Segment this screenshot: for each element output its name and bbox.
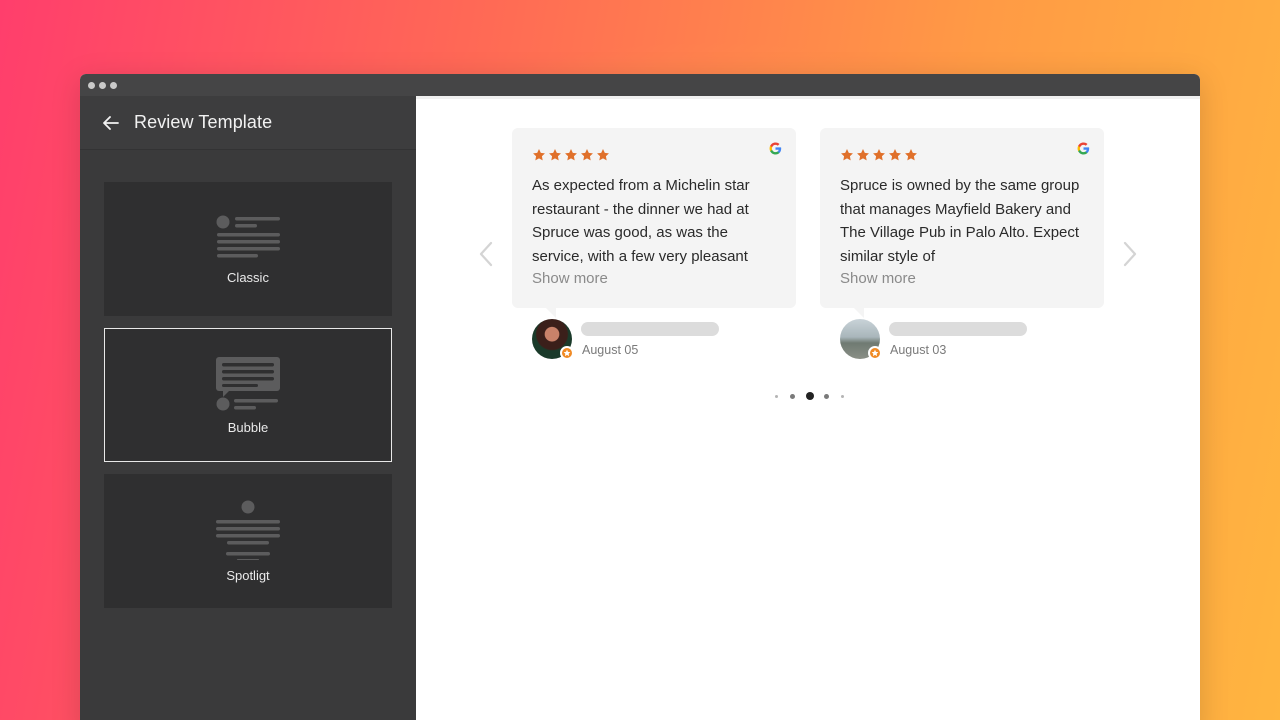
- back-arrow-icon[interactable]: [102, 114, 120, 132]
- carousel-next-button[interactable]: [1120, 239, 1140, 269]
- review-author: August 05: [532, 319, 796, 360]
- pagination-dot[interactable]: [824, 393, 829, 399]
- avatar: [840, 319, 882, 360]
- star-rating: [840, 148, 1084, 162]
- star-icon: [857, 149, 869, 161]
- avatar: [532, 319, 574, 360]
- window-titlebar: [80, 74, 1200, 96]
- star-icon: [533, 149, 545, 161]
- star-icon: [889, 149, 901, 161]
- star-icon: [873, 149, 885, 161]
- pagination-dot[interactable]: [790, 393, 795, 399]
- carousel-prev-button[interactable]: [476, 239, 496, 269]
- window-dot-icon[interactable]: [99, 81, 106, 89]
- local-guide-star-icon: [560, 346, 574, 360]
- review-text: As expected from a Michelin star restaur…: [532, 177, 750, 265]
- template-label: Spotligt: [226, 567, 270, 583]
- template-option-classic[interactable]: Classic: [104, 182, 392, 316]
- show-more-link[interactable]: Show more: [840, 270, 1084, 287]
- preview-area: As expected from a Michelin star restaur…: [416, 96, 1200, 720]
- classic-layout-icon: [216, 215, 280, 257]
- star-icon: [905, 149, 917, 161]
- pagination-dot[interactable]: [775, 394, 778, 398]
- chevron-right-icon: [1123, 241, 1137, 267]
- chevron-left-icon: [479, 241, 493, 267]
- page-title: Review Template: [134, 112, 273, 132]
- pagination-dot[interactable]: [841, 394, 844, 398]
- window-dot-icon[interactable]: [88, 81, 95, 89]
- window-dot-icon[interactable]: [110, 81, 117, 89]
- star-icon: [565, 149, 577, 161]
- pagination-dot-active[interactable]: [806, 392, 814, 400]
- review-card: As expected from a Michelin star restaur…: [512, 128, 796, 360]
- star-rating: [532, 148, 776, 162]
- template-option-spotlight[interactable]: Spotligt: [104, 474, 392, 608]
- carousel-pagination: [775, 392, 844, 400]
- review-date: August 03: [890, 342, 947, 357]
- review-author: August 03: [840, 319, 1104, 360]
- local-guide-star-icon: [868, 346, 882, 360]
- google-icon: [1077, 142, 1090, 155]
- star-icon: [581, 149, 593, 161]
- review-text: Spruce is owned by the same group that m…: [840, 177, 1080, 265]
- star-icon: [549, 149, 561, 161]
- template-label: Classic: [227, 269, 269, 285]
- sidebar: Review Template Classic Bubble Spotligt: [80, 96, 416, 720]
- author-name-placeholder: [889, 321, 1027, 336]
- review-date: August 05: [582, 342, 639, 357]
- author-name-placeholder: [581, 321, 719, 336]
- star-icon: [597, 149, 609, 161]
- template-label: Bubble: [227, 419, 269, 435]
- app-window: Review Template Classic Bubble Spotligt …: [80, 74, 1200, 720]
- spotlight-layout-icon: [216, 500, 280, 560]
- review-card: Spruce is owned by the same group that m…: [820, 128, 1104, 360]
- review-bubble: Spruce is owned by the same group that m…: [820, 128, 1104, 318]
- google-icon: [769, 142, 782, 155]
- sidebar-header: Review Template: [80, 96, 416, 150]
- star-icon: [841, 149, 853, 161]
- review-bubble: As expected from a Michelin star restaur…: [512, 128, 796, 318]
- template-option-bubble[interactable]: Bubble: [104, 328, 392, 462]
- bubble-layout-icon: [216, 356, 280, 410]
- show-more-link[interactable]: Show more: [532, 270, 776, 287]
